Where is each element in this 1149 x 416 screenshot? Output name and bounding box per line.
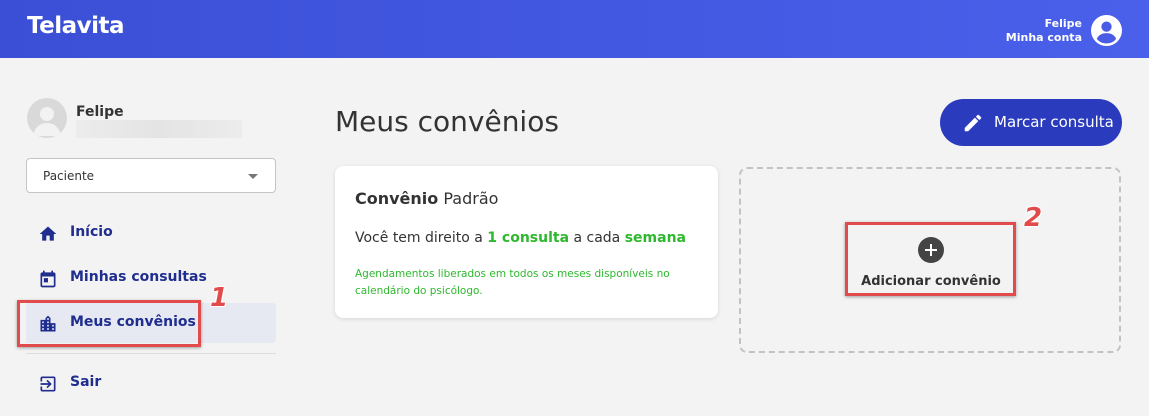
role-select[interactable]: Paciente [26,158,276,193]
sidebar-item-minhas-consultas[interactable]: Minhas consultas [26,258,276,298]
sidebar-item-label: Sair [70,374,102,390]
entitlement-middle: a cada [573,230,621,246]
convenio-entitlement: Você tem direito a 1 consulta a cada sem… [355,230,686,246]
annotation-number-2: 2 [1024,203,1043,233]
convenio-card[interactable]: Convênio Padrão Você tem direito a 1 con… [335,166,718,318]
person-icon [33,107,61,136]
calendar-icon [40,270,56,288]
sidebar-item-label: Minhas consultas [70,269,207,285]
pencil-icon [964,114,982,132]
account-circle-icon[interactable] [1091,15,1122,46]
chevron-down-icon [248,174,258,179]
account-menu[interactable]: Felipe Minha conta [1006,17,1082,45]
account-label: Minha conta [1005,31,1082,44]
logout-icon [40,376,56,392]
redacted-user-info [76,120,242,138]
sidebar-user-name: Felipe [76,104,124,120]
entitlement-amount: 1 consulta [487,230,570,246]
convenio-title-name: Padrão [443,189,499,208]
top-bar: Telavita Felipe Minha conta [0,0,1149,58]
sidebar: Felipe Paciente Início Minhas consultas … [0,58,300,416]
page-title: Meus convênios [335,105,559,138]
marcar-consulta-button[interactable]: Marcar consulta [940,99,1122,146]
role-select-value: Paciente [43,169,95,183]
entitlement-period: semana [624,230,686,246]
sidebar-divider [26,353,276,354]
convenio-title-bold: Convênio [355,189,439,208]
highlight-box-1 [17,300,201,347]
account-user-name: Felipe [1044,17,1082,30]
home-icon [39,226,57,241]
avatar [27,98,67,138]
sidebar-item-label: Início [70,224,113,240]
annotation-number-1: 1 [210,283,229,313]
convenio-note: Agendamentos liberados em todos os meses… [355,268,670,297]
entitlement-prefix: Você tem direito a [355,230,483,246]
sidebar-item-inicio[interactable]: Início [26,213,276,253]
marcar-consulta-label: Marcar consulta [994,113,1114,131]
highlight-box-2 [845,222,1016,296]
convenio-title: Convênio Padrão [355,189,498,208]
logo[interactable]: Telavita [27,13,125,39]
sidebar-item-sair[interactable]: Sair [26,363,276,403]
